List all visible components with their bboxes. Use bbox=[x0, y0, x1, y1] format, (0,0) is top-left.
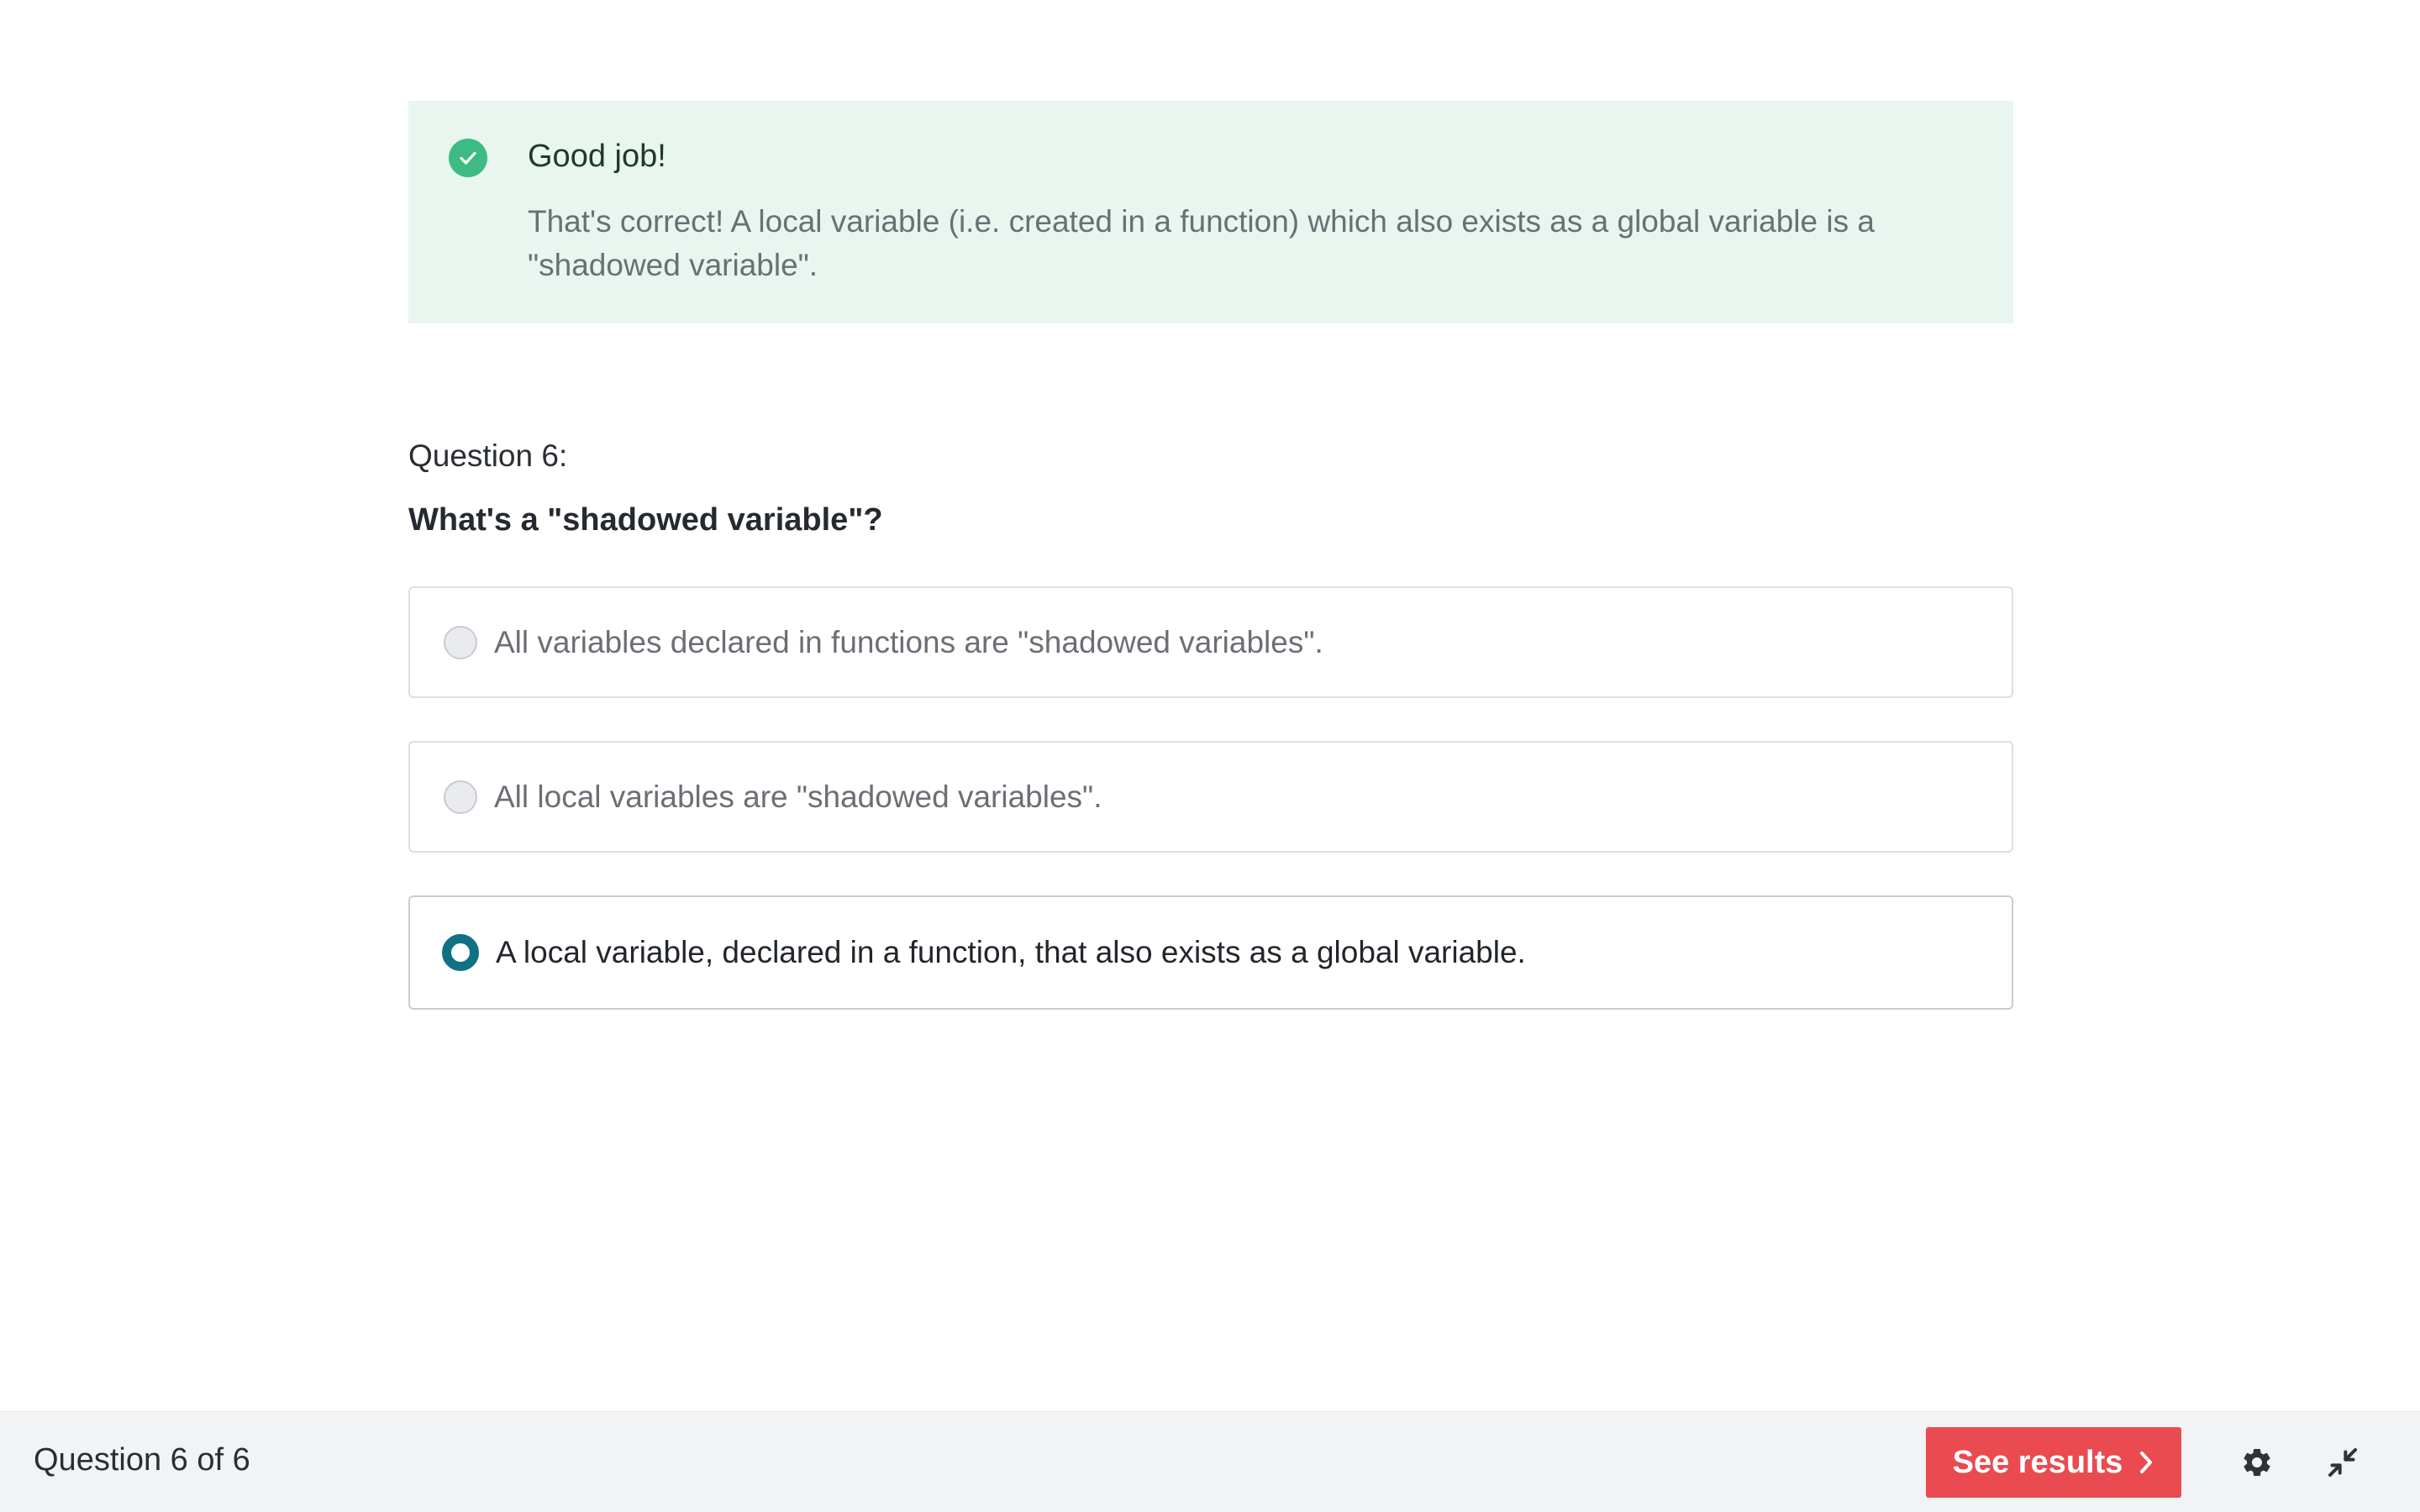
see-results-button[interactable]: See results bbox=[1926, 1427, 2181, 1498]
feedback-message: That's correct! A local variable (i.e. c… bbox=[528, 204, 1875, 282]
feedback-title: Good job! bbox=[528, 139, 666, 174]
question-number: Question 6: bbox=[408, 438, 568, 473]
answer-options: All variables declared in functions are … bbox=[408, 586, 2013, 1053]
radio-button[interactable] bbox=[444, 625, 477, 659]
question-progress: Question 6 of 6 bbox=[34, 1442, 250, 1478]
radio-button[interactable] bbox=[444, 780, 477, 814]
chevron-right-icon bbox=[2138, 1450, 2154, 1475]
answer-option-label: All variables declared in functions are … bbox=[494, 624, 1323, 659]
collapse-icon[interactable] bbox=[2321, 1441, 2365, 1484]
feedback-banner: Good job! That's correct! A local variab… bbox=[408, 101, 2013, 323]
gear-icon[interactable] bbox=[2235, 1441, 2279, 1484]
see-results-label: See results bbox=[1952, 1444, 2123, 1480]
quiz-footer: Question 6 of 6 See results bbox=[0, 1411, 2420, 1512]
radio-button-selected[interactable] bbox=[442, 934, 479, 971]
check-circle-icon bbox=[449, 139, 487, 177]
answer-option-label: All local variables are "shadowed variab… bbox=[494, 779, 1102, 814]
question-text: What's a "shadowed variable"? bbox=[408, 502, 883, 538]
quiz-content: Good job! That's correct! A local variab… bbox=[408, 101, 2013, 1010]
quiz-page: Good job! That's correct! A local variab… bbox=[0, 0, 2420, 1512]
answer-option-3[interactable]: A local variable, declared in a function… bbox=[408, 895, 2013, 1010]
answer-option-2[interactable]: All local variables are "shadowed variab… bbox=[408, 741, 2013, 853]
answer-option-1[interactable]: All variables declared in functions are … bbox=[408, 586, 2013, 698]
answer-option-label: A local variable, declared in a function… bbox=[496, 935, 1526, 969]
